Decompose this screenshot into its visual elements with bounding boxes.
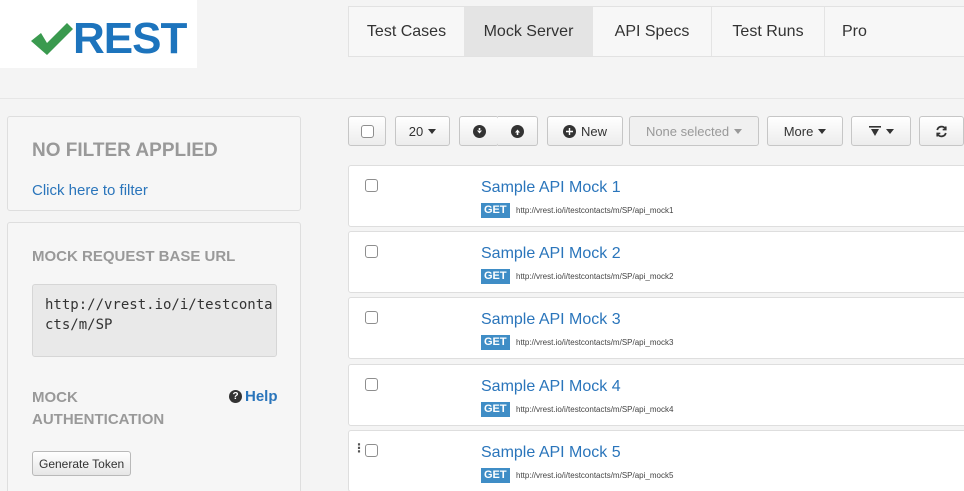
mock-row[interactable]: Sample API Mock 2 GET http://vrest.io/i/… [348, 231, 964, 293]
arrow-up-circle-icon [511, 124, 524, 138]
mock-url: http://vrest.io/i/testcontacts/m/SP/api_… [516, 272, 674, 281]
caret-down-icon [818, 128, 827, 134]
app-logo[interactable]: REST [27, 14, 187, 64]
more-dropdown[interactable]: More [767, 116, 843, 146]
selection-label: None selected [645, 123, 730, 139]
base-url-value: http://vrest.io/i/testcontacts/m/SP [32, 284, 277, 357]
page-size-value: 20 [408, 123, 424, 139]
base-url-title: MOCK REQUEST BASE URL [32, 248, 236, 265]
method-badge: GET [481, 468, 510, 483]
row-checkbox[interactable] [365, 179, 378, 192]
selection-dropdown[interactable]: None selected [629, 116, 759, 146]
move-down-button[interactable] [459, 116, 499, 146]
caret-down-icon [734, 128, 743, 134]
tab-test-runs[interactable]: Test Runs [712, 7, 825, 56]
checkmark-icon [31, 23, 73, 55]
filter-panel: NO FILTER APPLIED Click here to filter [7, 116, 301, 211]
caret-down-icon [428, 128, 437, 134]
sort-dropdown[interactable] [851, 116, 911, 146]
page-size-dropdown[interactable]: 20 [395, 116, 450, 146]
plus-circle-icon [562, 124, 576, 138]
header-divider [0, 98, 964, 99]
tab-projects[interactable]: Pro [825, 7, 895, 56]
logo-text: REST [73, 14, 187, 63]
logo-area: REST [0, 0, 197, 68]
sort-icon [868, 126, 881, 136]
mock-name[interactable]: Sample API Mock 1 [481, 179, 621, 197]
mock-name[interactable]: Sample API Mock 4 [481, 378, 621, 396]
row-checkbox[interactable] [365, 245, 378, 258]
filter-status-title: NO FILTER APPLIED [32, 140, 218, 161]
drag-handle-icon[interactable]: ⋮ [353, 442, 365, 454]
mock-url: http://vrest.io/i/testcontacts/m/SP/api_… [516, 206, 674, 215]
row-checkbox[interactable] [365, 311, 378, 324]
tab-test-cases[interactable]: Test Cases [349, 7, 465, 56]
refresh-button[interactable] [919, 116, 964, 146]
help-link[interactable]: ? Help [229, 388, 278, 405]
row-checkbox[interactable] [365, 378, 378, 391]
mock-url: http://vrest.io/i/testcontacts/m/SP/api_… [516, 338, 674, 347]
mock-name[interactable]: Sample API Mock 3 [481, 311, 621, 329]
row-checkbox[interactable] [365, 444, 378, 457]
refresh-icon [936, 125, 947, 137]
tab-api-specs[interactable]: API Specs [593, 7, 712, 56]
mock-name[interactable]: Sample API Mock 5 [481, 444, 621, 462]
mock-url: http://vrest.io/i/testcontacts/m/SP/api_… [516, 471, 674, 480]
mock-url: http://vrest.io/i/testcontacts/m/SP/api_… [516, 405, 674, 414]
mock-row[interactable]: Sample API Mock 3 GET http://vrest.io/i/… [348, 297, 964, 359]
generate-token-button[interactable]: Generate Token [32, 451, 132, 476]
select-all-button[interactable] [348, 116, 386, 146]
mock-row[interactable]: Sample API Mock 1 GET http://vrest.io/i/… [348, 165, 964, 227]
question-icon: ? [229, 390, 242, 403]
arrow-down-circle-icon [472, 124, 486, 138]
tab-mock-server[interactable]: Mock Server [465, 7, 593, 56]
method-badge: GET [481, 269, 510, 284]
mock-row[interactable]: Sample API Mock 4 GET http://vrest.io/i/… [348, 364, 964, 426]
more-label: More [783, 123, 814, 139]
mock-auth-title: MOCK AUTHENTICATION [32, 389, 165, 428]
select-all-checkbox[interactable] [360, 124, 374, 138]
method-badge: GET [481, 203, 510, 218]
top-navigation: Test Cases Mock Server API Specs Test Ru… [348, 6, 964, 57]
new-label: New [580, 123, 607, 139]
method-badge: GET [481, 402, 510, 417]
mock-name[interactable]: Sample API Mock 2 [481, 245, 621, 263]
caret-down-icon [885, 128, 894, 134]
help-label: Help [245, 388, 278, 405]
method-badge: GET [481, 335, 510, 350]
move-up-button[interactable] [498, 116, 538, 146]
mock-row[interactable]: ⋮ Sample API Mock 5 GET http://vrest.io/… [348, 430, 964, 491]
filter-link[interactable]: Click here to filter [32, 182, 148, 199]
mock-settings-panel: MOCK REQUEST BASE URL http://vrest.io/i/… [7, 222, 301, 491]
new-button[interactable]: New [547, 116, 623, 146]
